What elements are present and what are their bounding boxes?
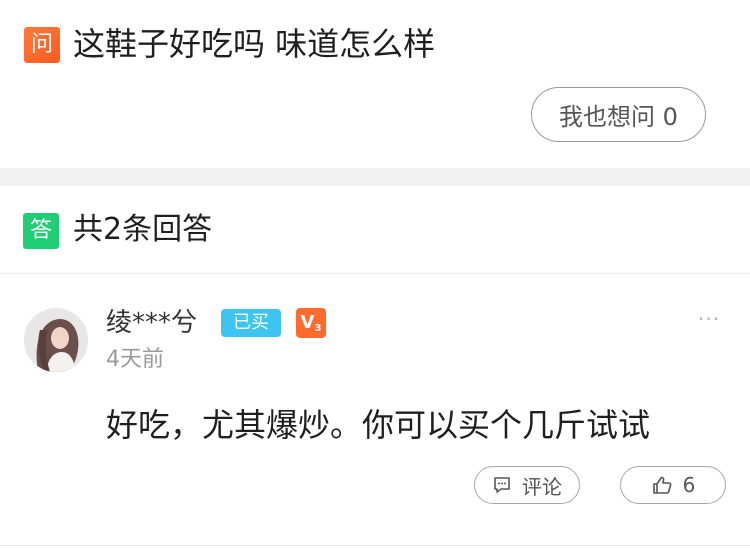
also-ask-label: 我也想问 0 <box>559 103 678 131</box>
vip-level-letter: V <box>300 312 315 333</box>
bought-badge: 已买 <box>221 309 281 337</box>
answers-count: 共2条回答 <box>73 212 213 247</box>
answer-time: 4天前 <box>106 347 164 372</box>
question-text: 这鞋子好吃吗 味道怎么样 <box>73 25 436 63</box>
question-section: 问 这鞋子好吃吗 味道怎么样 我也想问 0 <box>0 0 750 168</box>
thumbs-up-icon <box>652 476 672 494</box>
section-divider <box>0 168 750 186</box>
username[interactable]: 绫***兮 <box>106 305 197 341</box>
answer-text: 好吃，尤其爆炒。你可以买个几斤试试 <box>106 406 651 444</box>
comment-button[interactable]: 评论 <box>474 466 580 504</box>
comment-label: 评论 <box>522 474 562 499</box>
avatar-image <box>24 308 88 372</box>
vip-level-badge: V3 <box>296 308 326 338</box>
vip-level-number: 3 <box>314 323 322 334</box>
avatar[interactable] <box>24 308 88 372</box>
answers-header: 答 共2条回答 <box>0 186 750 274</box>
also-ask-button[interactable]: 我也想问 0 <box>531 87 706 142</box>
answer-item: 绫***兮 已买 V3 4天前 ··· 好吃，尤其爆炒。你可以买个几斤试试 评论… <box>0 275 750 548</box>
bottom-divider <box>0 545 750 546</box>
more-options-icon[interactable]: ··· <box>698 309 720 329</box>
question-badge: 问 <box>24 27 60 63</box>
answer-badge: 答 <box>23 213 59 249</box>
like-count: 6 <box>682 473 696 497</box>
like-button[interactable]: 6 <box>620 466 726 504</box>
comment-icon <box>494 477 510 493</box>
